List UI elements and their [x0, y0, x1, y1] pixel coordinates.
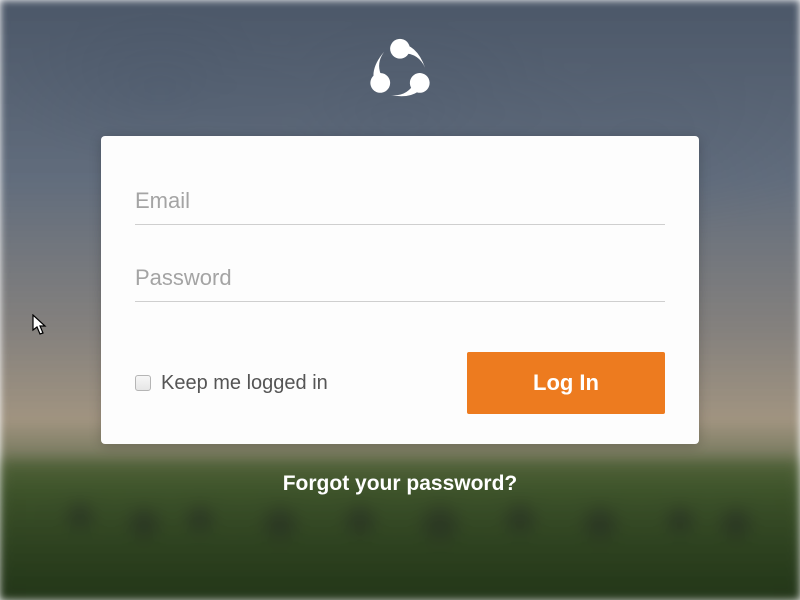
login-card: Keep me logged in Log In — [101, 136, 699, 444]
login-button[interactable]: Log In — [467, 352, 665, 414]
remember-me-checkbox[interactable] — [135, 375, 151, 391]
password-field[interactable] — [135, 259, 665, 302]
app-logo-icon — [362, 32, 438, 108]
remember-me-wrap[interactable]: Keep me logged in — [135, 372, 328, 395]
email-field[interactable] — [135, 182, 665, 225]
remember-me-label: Keep me logged in — [161, 372, 328, 395]
forgot-password-link[interactable]: Forgot your password? — [283, 472, 518, 496]
